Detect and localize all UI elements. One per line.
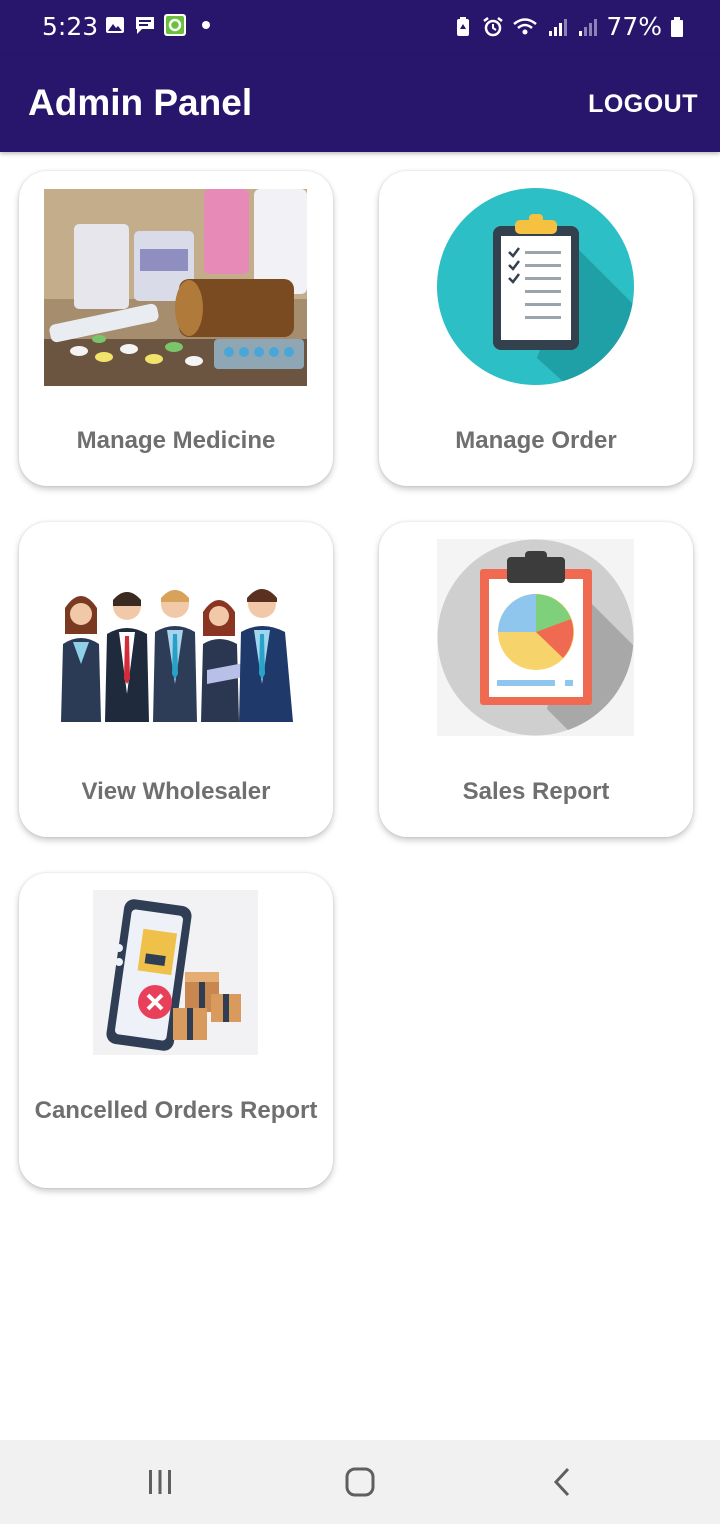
system-nav-bar (0, 1440, 720, 1524)
notification-dot (202, 21, 210, 29)
alarm-icon (483, 16, 504, 36)
manage-order-card[interactable]: Manage Order (379, 171, 693, 486)
back-icon[interactable] (550, 1466, 574, 1498)
sales-report-card[interactable]: Sales Report (379, 522, 693, 837)
view-wholesaler-card[interactable]: View Wholesaler (19, 522, 333, 837)
status-time: 5:23 (42, 12, 99, 41)
page-title: Admin Panel (28, 82, 253, 123)
card-label: Sales Report (462, 778, 610, 805)
card-label: View Wholesaler (81, 778, 271, 805)
logout-button[interactable]: LOGOUT (588, 90, 698, 119)
manage-medicine-card[interactable]: Manage Medicine (19, 171, 333, 486)
card-label: Manage Medicine (76, 427, 276, 454)
status-bar: 5:23 77% (0, 0, 720, 56)
wifi-icon (513, 17, 538, 34)
gallery-icon (106, 17, 124, 33)
battery-saver-icon (457, 16, 470, 36)
medicine-image (44, 189, 307, 386)
app-icon (164, 14, 186, 36)
cancelled-orders-report-card[interactable]: Cancelled Orders Report (19, 873, 333, 1188)
cancelled-order-icon (93, 890, 258, 1055)
people-group-image (57, 584, 297, 722)
message-icon (136, 17, 154, 34)
battery-percent: 77% (606, 12, 662, 41)
card-label: Cancelled Orders Report (34, 1097, 318, 1124)
signal-icon (549, 18, 568, 36)
battery-icon (671, 16, 683, 37)
recent-apps-icon[interactable] (146, 1468, 174, 1496)
pie-chart-report-icon (437, 539, 634, 736)
card-label: Manage Order (455, 427, 617, 454)
clipboard-icon (437, 188, 634, 385)
home-icon[interactable] (344, 1466, 376, 1498)
app-bar: Admin Panel LOGOUT (0, 56, 720, 152)
signal-icon (579, 18, 598, 36)
